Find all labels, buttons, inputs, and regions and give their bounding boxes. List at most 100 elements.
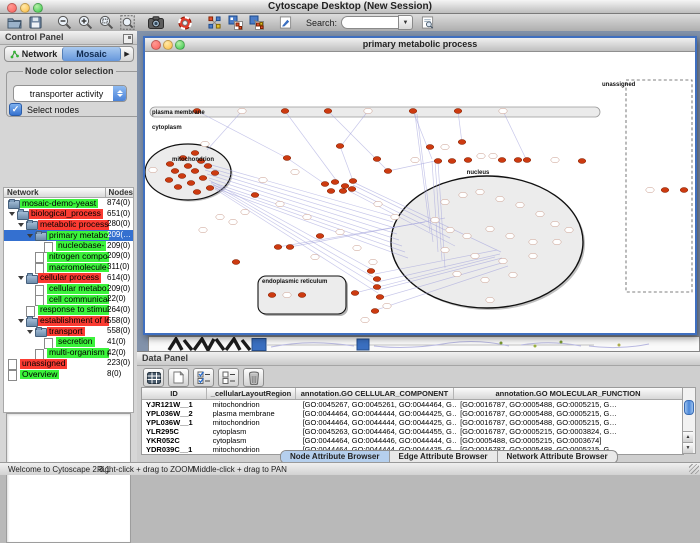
tree-row[interactable]: nucleobase-209(0) [4, 241, 133, 252]
graph-node-selected[interactable] [321, 182, 329, 187]
graph-node-unselected[interactable] [383, 303, 391, 308]
background-window-strip[interactable] [148, 336, 700, 351]
network-canvas[interactable]: plasma membranecytoplasmmitochondrionnuc… [145, 52, 695, 333]
graph-node-unselected[interactable] [311, 254, 319, 259]
network-view-window[interactable]: primary metabolic process plasma membran… [143, 36, 697, 335]
graph-node-unselected[interactable] [441, 199, 449, 204]
graph-node-unselected[interactable] [529, 239, 537, 244]
resize-grip[interactable] [689, 464, 699, 474]
graph-node-selected[interactable] [174, 185, 182, 190]
region-unassigned[interactable] [626, 80, 692, 292]
col-go-molecular-function[interactable]: annotation.GO MOLECULAR_FUNCTION [454, 388, 683, 399]
graph-node-unselected[interactable] [453, 271, 461, 276]
save-session-icon[interactable] [27, 15, 43, 30]
graph-node-selected[interactable] [199, 176, 207, 181]
graph-node-unselected[interactable] [199, 227, 207, 232]
graph-node-selected[interactable] [680, 188, 688, 193]
tree-row[interactable]: secretion41(0) [4, 337, 133, 348]
graph-node-selected[interactable] [426, 145, 434, 150]
table-row[interactable]: YKR052Ccytoplasm[GO:0044464, GO:0044446,… [142, 436, 683, 445]
snapshot-icon[interactable] [148, 15, 164, 30]
graph-node-selected[interactable] [327, 189, 335, 194]
graph-node-selected[interactable] [409, 109, 417, 114]
zoom-window-button[interactable] [33, 3, 43, 13]
graph-node-selected[interactable] [523, 158, 531, 163]
disclosure-triangle-icon[interactable] [18, 276, 24, 280]
graph-node-unselected[interactable] [303, 214, 311, 219]
delete-attribute-icon[interactable] [243, 368, 264, 387]
graph-node-selected[interactable] [193, 190, 201, 195]
graph-node-selected[interactable] [316, 234, 324, 239]
tree-row[interactable]: unassigned223(0) [4, 358, 133, 369]
graph-node-unselected[interactable] [646, 187, 654, 192]
zoom-fit-icon[interactable] [119, 15, 135, 30]
open-file-icon[interactable] [6, 15, 22, 30]
graph-edge[interactable] [340, 146, 353, 181]
disclosure-triangle-icon[interactable] [18, 223, 24, 227]
tree-row[interactable]: biological_process651(0) [4, 209, 133, 220]
graph-node-unselected[interactable] [291, 169, 299, 174]
disclosure-triangle-icon[interactable] [18, 319, 24, 323]
annotation-icon[interactable] [277, 15, 293, 30]
graph-node-selected[interactable] [373, 157, 381, 162]
graph-node-unselected[interactable] [486, 297, 494, 302]
graph-node-selected[interactable] [191, 169, 199, 174]
tab-mosaic[interactable]: Mosaic [62, 47, 121, 61]
network-window-titlebar[interactable]: primary metabolic process [145, 38, 695, 52]
graph-node-unselected[interactable] [149, 167, 157, 172]
graph-node-selected[interactable] [178, 174, 186, 179]
tree-row[interactable]: macromolecule311(0) [4, 262, 133, 273]
graph-node-selected[interactable] [498, 158, 506, 163]
graph-node-selected[interactable] [281, 109, 289, 114]
tree-row[interactable]: primary metabo209(… [4, 230, 133, 241]
graph-node-selected[interactable] [165, 178, 173, 183]
graph-node-unselected[interactable] [529, 253, 537, 258]
graph-node-unselected[interactable] [516, 202, 524, 207]
graph-node-selected[interactable] [376, 295, 384, 300]
tree-row[interactable]: establishment of lo558(0) [4, 316, 133, 327]
zoom-out-icon[interactable] [56, 15, 72, 30]
graph-node-selected[interactable] [211, 171, 219, 176]
graph-node-selected[interactable] [458, 140, 466, 145]
graph-node-selected[interactable] [184, 164, 192, 169]
network-small-icon[interactable] [206, 15, 222, 30]
unselect-all-attributes-icon[interactable] [218, 368, 239, 387]
graph-node-unselected[interactable] [553, 239, 561, 244]
graph-node-unselected[interactable] [446, 227, 454, 232]
graph-node-selected[interactable] [349, 179, 357, 184]
graph-node-unselected[interactable] [276, 201, 284, 206]
attribute-select-icon[interactable] [143, 368, 164, 387]
graph-node-unselected[interactable] [283, 292, 291, 297]
table-row[interactable]: YJR121W__1mitochondrion[GO:0045267, GO:0… [142, 400, 683, 409]
node-color-combo[interactable]: transporter activity [13, 85, 127, 102]
tree-row[interactable]: metabolic process280(0) [4, 219, 133, 230]
graph-node-selected[interactable] [373, 285, 381, 290]
graph-node-unselected[interactable] [241, 209, 249, 214]
table-row[interactable]: YPL036W__1mitochondrion[GO:0044464, GO:0… [142, 418, 683, 427]
graph-node-selected[interactable] [336, 144, 344, 149]
graph-node-unselected[interactable] [509, 272, 517, 277]
graph-node-unselected[interactable] [463, 233, 471, 238]
tree-row[interactable]: cellular metabo209(0) [4, 284, 133, 295]
graph-node-selected[interactable] [348, 187, 356, 192]
tree-row[interactable]: cell communicat22(0) [4, 294, 133, 305]
graph-node-unselected[interactable] [477, 153, 485, 158]
graph-node-unselected[interactable] [565, 227, 573, 232]
tree-row[interactable]: multi-organism pro42(0) [4, 348, 133, 359]
close-window-button[interactable] [7, 3, 17, 13]
col-go-cellular-component[interactable]: annotation.GO CELLULAR_COMPONENT [296, 388, 454, 399]
tree-row[interactable]: cellular process614(0) [4, 273, 133, 284]
search-dropdown-button[interactable]: ▼ [398, 15, 413, 30]
region-plasma-membrane[interactable] [150, 107, 600, 117]
tab-network[interactable]: Network [5, 47, 62, 61]
table-vertical-scrollbar[interactable]: ▲ ▼ [682, 387, 696, 454]
graph-node-selected[interactable] [341, 184, 349, 189]
graph-node-selected[interactable] [464, 158, 472, 163]
tree-col-nodes[interactable]: Nodes [106, 188, 133, 197]
graph-node-unselected[interactable] [336, 229, 344, 234]
graph-node-selected[interactable] [514, 158, 522, 163]
graph-node-unselected[interactable] [476, 189, 484, 194]
graph-node-selected[interactable] [331, 180, 339, 185]
scroll-up-button[interactable]: ▲ [683, 431, 693, 442]
graph-edge[interactable] [209, 178, 399, 240]
